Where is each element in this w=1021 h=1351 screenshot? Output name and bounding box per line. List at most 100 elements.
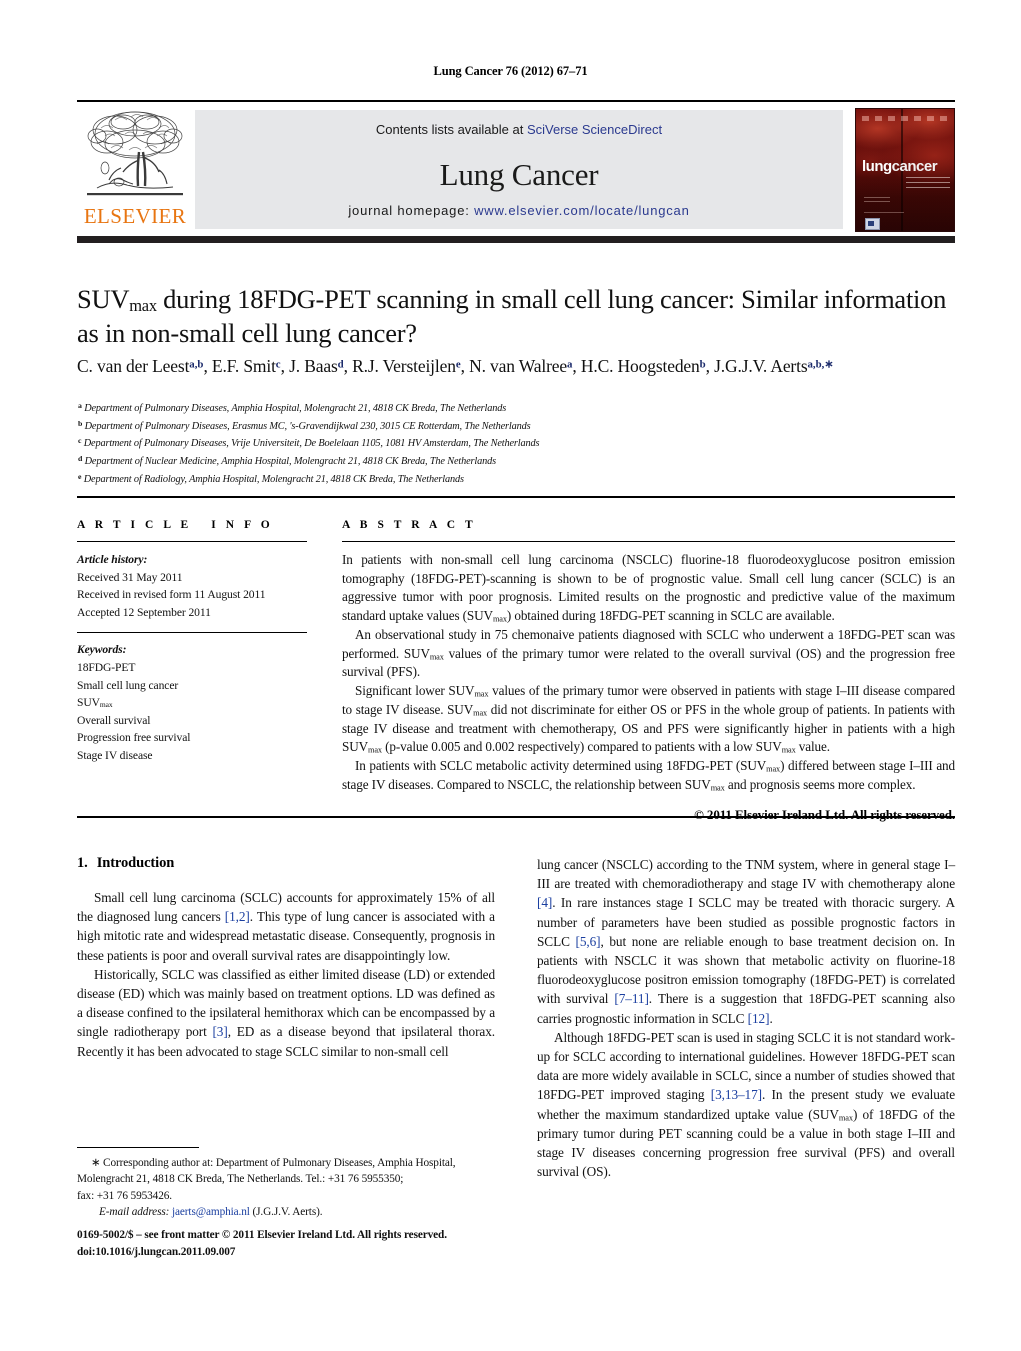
keyword-item: Progression free survival bbox=[77, 731, 191, 745]
keywords-label: Keywords: bbox=[77, 643, 127, 657]
issn-line: 0169-5002/$ – see front matter © 2011 El… bbox=[77, 1229, 447, 1241]
email-address-link[interactable]: jaerts@amphia.nl bbox=[172, 1206, 250, 1218]
author-affiliation-marker: a,b bbox=[189, 358, 204, 371]
history-received: Received 31 May 2011 bbox=[77, 570, 183, 584]
title-suv-subscript: max bbox=[129, 295, 157, 315]
abstract-body: In patients with non-small cell lung car… bbox=[342, 551, 955, 795]
author-separator: , bbox=[705, 356, 715, 376]
corresponding-author-line1: ∗ Corresponding author at: Department of… bbox=[91, 1157, 456, 1169]
suv-subscript: max bbox=[492, 614, 507, 624]
author-name: C. van der Leest bbox=[77, 356, 190, 376]
author-separator: , bbox=[280, 356, 290, 376]
citation-reference[interactable]: [3] bbox=[212, 1024, 227, 1039]
section-number: 1. bbox=[77, 855, 88, 871]
affiliation-text: Department of Nuclear Medicine, Amphia H… bbox=[82, 455, 496, 467]
abstract-heading: A B S T R A C T bbox=[342, 519, 477, 531]
affiliation-item: c Department of Pulmonary Diseases, Vrij… bbox=[78, 435, 968, 453]
citation-reference[interactable]: [12] bbox=[748, 1011, 770, 1026]
journal-masthead: ELSEVIER Contents lists available at Sci… bbox=[77, 100, 955, 232]
email-owner: (J.G.J.V. Aerts). bbox=[252, 1205, 323, 1218]
affiliation-text: Department of Pulmonary Diseases, Vrije … bbox=[81, 438, 540, 450]
homepage-url-link[interactable]: www.elsevier.com/locate/lungcan bbox=[474, 203, 690, 218]
cover-wordmark: lungcancer bbox=[862, 158, 938, 175]
keyword-item: Overall survival bbox=[77, 713, 151, 727]
cover-badge-icon bbox=[865, 218, 880, 230]
affiliation-text: Department of Pulmonary Diseases, Amphia… bbox=[81, 402, 507, 414]
citation-reference[interactable]: [4] bbox=[537, 895, 552, 910]
abstract-paragraph: In patients with SCLC metabolic activity… bbox=[342, 758, 956, 793]
sciencedirect-link[interactable]: SciVerse ScienceDirect bbox=[527, 122, 662, 137]
article-title: SUVmax during 18FDG-PET scanning in smal… bbox=[77, 283, 957, 351]
journal-homepage-line: journal homepage: www.elsevier.com/locat… bbox=[195, 203, 843, 218]
article-history-block: Article history: Received 31 May 2011 Re… bbox=[77, 551, 307, 621]
intro-text-right: lung cancer (NSCLC) according to the TNM… bbox=[537, 855, 955, 1182]
running-head: Lung Cancer 76 (2012) 67–71 bbox=[433, 64, 588, 78]
citation-reference[interactable]: [7–11] bbox=[614, 991, 648, 1006]
affiliation-text: Department of Pulmonary Diseases, Erasmu… bbox=[82, 420, 531, 432]
elsevier-wordmark: ELSEVIER bbox=[83, 204, 187, 228]
author-separator: , bbox=[343, 356, 353, 376]
elsevier-logo: ELSEVIER bbox=[79, 108, 191, 230]
article-page: Lung Cancer 76 (2012) 67–71 ELSEVIER Con… bbox=[0, 0, 1021, 1351]
cover-subtitle-lines bbox=[906, 177, 950, 192]
corresponding-author-line2: Molengracht 21, 4818 CK Breda, The Nethe… bbox=[77, 1173, 404, 1186]
email-label: E-mail address: bbox=[99, 1205, 170, 1218]
body-column-right: lung cancer (NSCLC) according to the TNM… bbox=[537, 855, 955, 1182]
suv-subscript: max bbox=[473, 708, 488, 718]
citation-reference[interactable]: [1,2] bbox=[225, 909, 250, 924]
email-line: E-mail address: jaerts@amphia.nl (J.G.J.… bbox=[77, 1204, 497, 1220]
suv-subscript: max bbox=[766, 764, 781, 774]
keyword-item: Small cell lung cancer bbox=[77, 678, 179, 692]
elsevier-tree-icon bbox=[87, 111, 183, 196]
citation-reference[interactable]: [3,13–17] bbox=[711, 1087, 762, 1102]
abstract-paragraph: In patients with non-small cell lung car… bbox=[342, 552, 955, 624]
abstract-band-bottom-rule bbox=[77, 816, 955, 818]
masthead-top-rule bbox=[77, 100, 955, 102]
body-paragraph: Although 18FDG-PET scan is used in stagi… bbox=[537, 1029, 956, 1180]
masthead-bottom-rule bbox=[77, 236, 955, 243]
section-title: Introduction bbox=[96, 855, 175, 871]
contents-available-line: Contents lists available at SciVerse Sci… bbox=[195, 122, 843, 137]
author-name: J. Baas bbox=[289, 356, 338, 376]
author-list: C. van der Leesta,b, E.F. Smitc, J. Baas… bbox=[77, 356, 967, 377]
body-paragraph: Small cell lung carcinoma (SCLC) account… bbox=[77, 890, 495, 963]
contents-prefix: Contents lists available at bbox=[375, 122, 527, 137]
affiliation-text: Department of Radiology, Amphia Hospital… bbox=[81, 473, 464, 485]
cover-mid-lines bbox=[864, 197, 890, 203]
title-suv: SUV bbox=[77, 284, 130, 314]
author-name: E.F. Smit bbox=[211, 356, 276, 376]
section-heading-introduction: 1. Introduction bbox=[77, 855, 495, 872]
footnote-block: ∗ Corresponding author at: Department of… bbox=[77, 1155, 497, 1220]
abstract-copyright: © 2011 Elsevier Ireland Ltd. All rights … bbox=[694, 806, 955, 822]
cover-wordmark-lung: lung bbox=[862, 158, 892, 175]
footnote-rule bbox=[77, 1147, 199, 1149]
article-info-heading: A R T I C L E I N F O bbox=[77, 519, 274, 531]
intro-text-left: Small cell lung carcinoma (SCLC) account… bbox=[77, 888, 495, 1061]
title-block: SUVmax during 18FDG-PET scanning in smal… bbox=[77, 283, 957, 351]
affiliation-item: e Department of Radiology, Amphia Hospit… bbox=[78, 471, 968, 489]
journal-title: Lung Cancer bbox=[439, 157, 599, 192]
keyword-item: SUVmax bbox=[77, 696, 113, 710]
abstract-rule bbox=[342, 541, 955, 542]
affiliation-list: a Department of Pulmonary Diseases, Amph… bbox=[78, 400, 968, 488]
author-name: N. van Walree bbox=[469, 356, 567, 376]
affiliation-item: d Department of Nuclear Medicine, Amphia… bbox=[78, 453, 968, 471]
suv-subscript: max bbox=[368, 745, 382, 755]
author-separator: , bbox=[572, 356, 581, 376]
doi-line: doi:10.1016/j.lungcan.2011.09.007 bbox=[77, 1245, 236, 1258]
keywords-rule bbox=[77, 632, 307, 634]
keyword-item: Stage IV disease bbox=[77, 749, 153, 763]
homepage-prefix: journal homepage: bbox=[348, 203, 475, 218]
article-info-column: A R T I C L E I N F O Article history: R… bbox=[77, 519, 307, 765]
cover-top-text-rule bbox=[862, 116, 950, 121]
abstract-paragraph: Significant lower SUVmax values of the p… bbox=[342, 683, 955, 755]
article-info-rule bbox=[77, 541, 307, 542]
citation-reference[interactable]: [5,6] bbox=[576, 934, 601, 949]
author-name: H.C. Hoogsteden bbox=[580, 356, 700, 376]
suv-subscript: max bbox=[429, 652, 444, 661]
title-line1-rest: during 18FDG-PET scanning in small cell … bbox=[156, 284, 947, 314]
journal-banner: Contents lists available at SciVerse Sci… bbox=[195, 110, 843, 229]
suv-subscript: max bbox=[710, 783, 725, 793]
article-history-label: Article history: bbox=[77, 553, 148, 566]
abstract-paragraph: An observational study in 75 chemonaive … bbox=[342, 626, 955, 680]
